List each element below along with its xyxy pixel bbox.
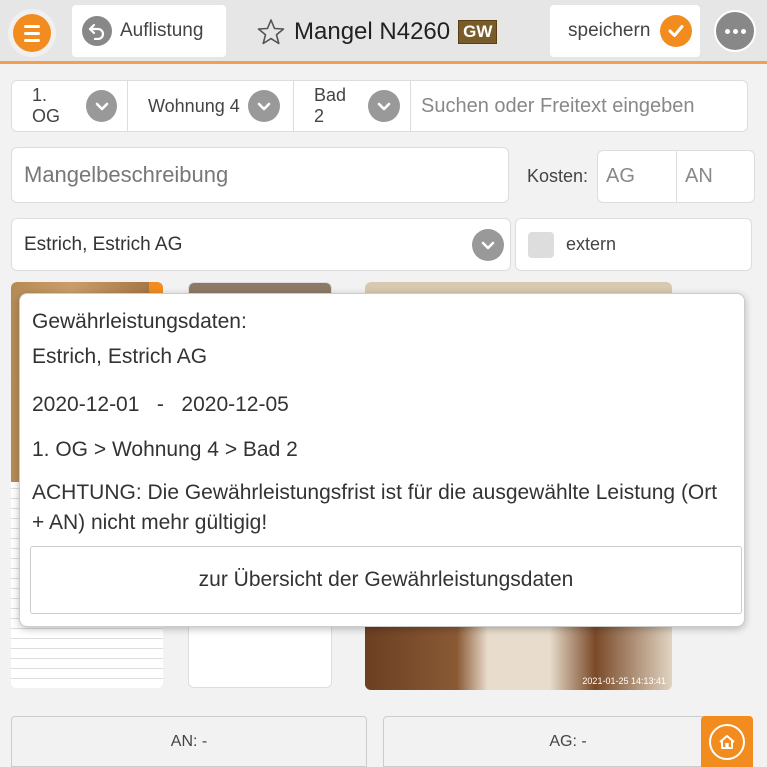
warranty-popup: Gewährleistungsdaten: Estrich, Estrich A…: [19, 293, 745, 627]
an-summary[interactable]: AN: -: [11, 716, 367, 767]
cost-label: Kosten:: [527, 166, 589, 186]
popup-warning: ACHTUNG: Die Gewährleistungsfrist ist fü…: [32, 481, 718, 534]
unit-label: Wohnung 4: [148, 95, 240, 116]
chevron-down-icon: [247, 90, 280, 122]
description-field[interactable]: [11, 147, 509, 203]
popup-dates: 2020-12-01 - 2020-12-05: [32, 393, 289, 416]
room-label: Bad 2: [314, 85, 347, 126]
save-button-label: speichern: [568, 20, 651, 41]
floor-select[interactable]: 1. OG: [12, 81, 128, 131]
home-button[interactable]: [701, 716, 753, 767]
more-icon[interactable]: [714, 10, 756, 52]
page-title: Mangel N4260: [294, 18, 451, 45]
back-arrow-icon: [82, 16, 112, 46]
popup-heading: Gewährleistungsdaten:: [32, 310, 247, 333]
warranty-overview-button[interactable]: zur Übersicht der Gewährleistungsdaten: [30, 546, 742, 614]
menu-button[interactable]: [8, 9, 56, 57]
company-label: Estrich, Estrich AG: [24, 233, 183, 255]
search-input[interactable]: [411, 80, 747, 132]
menu-icon: [13, 14, 51, 52]
chevron-down-icon: [472, 228, 504, 261]
floor-label: 1. OG: [32, 85, 61, 126]
check-icon: [660, 15, 693, 47]
star-icon[interactable]: [256, 17, 286, 47]
room-select[interactable]: Bad 2: [294, 81, 411, 131]
top-bar: Auflistung Mangel N4260 GW speichern: [0, 0, 767, 64]
back-button-label: Auflistung: [120, 20, 204, 41]
ag-summary[interactable]: AG: -: [383, 716, 753, 767]
gw-badge: GW: [458, 20, 498, 44]
title-area: Mangel N4260 GW: [256, 14, 498, 50]
unit-select[interactable]: Wohnung 4: [128, 81, 294, 131]
popup-location-path: 1. OG > Wohnung 4 > Bad 2: [32, 438, 298, 461]
chevron-down-icon: [368, 90, 400, 122]
extern-toggle[interactable]: extern: [515, 218, 752, 271]
photo-timestamp: 2021-01-25 14:13:41: [582, 676, 666, 686]
chevron-down-icon: [86, 90, 117, 122]
save-button[interactable]: speichern: [550, 5, 700, 57]
cost-ag-field[interactable]: [597, 150, 677, 203]
extern-checkbox[interactable]: [528, 231, 554, 258]
back-button[interactable]: Auflistung: [72, 5, 226, 57]
extern-label: extern: [566, 234, 617, 254]
home-icon: [709, 723, 745, 760]
company-select[interactable]: Estrich, Estrich AG: [11, 218, 511, 271]
popup-company: Estrich, Estrich AG: [32, 345, 208, 368]
cost-an-field[interactable]: [676, 150, 755, 203]
location-bar: 1. OG Wohnung 4 Bad 2: [11, 80, 748, 132]
